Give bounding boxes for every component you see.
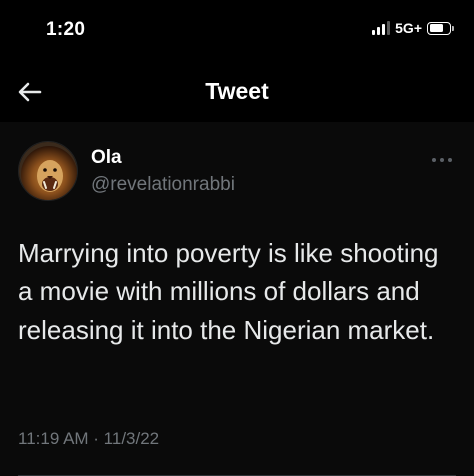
status-bar: 1:20 5G+ (0, 0, 474, 62)
battery-icon (427, 21, 454, 35)
avatar[interactable] (18, 141, 78, 201)
more-options-icon[interactable] (430, 152, 454, 162)
network-type: 5G+ (395, 20, 422, 36)
author-handle[interactable]: @revelationrabbi (91, 174, 235, 196)
tweet-detail: Ola @revelationrabbi Marrying into pover… (0, 122, 474, 476)
author-name[interactable]: Ola (91, 147, 122, 169)
tweet-timestamp: 11:19 AM · 11/3/22 (18, 429, 160, 448)
page-title: Tweet (205, 78, 269, 104)
status-indicators: 5G+ (372, 20, 454, 36)
status-time: 1:20 (46, 19, 86, 40)
tweet-text: Marrying into poverty is like shooting a… (18, 238, 439, 345)
signal-icon (372, 21, 391, 35)
nav-bar: Tweet (0, 62, 474, 122)
